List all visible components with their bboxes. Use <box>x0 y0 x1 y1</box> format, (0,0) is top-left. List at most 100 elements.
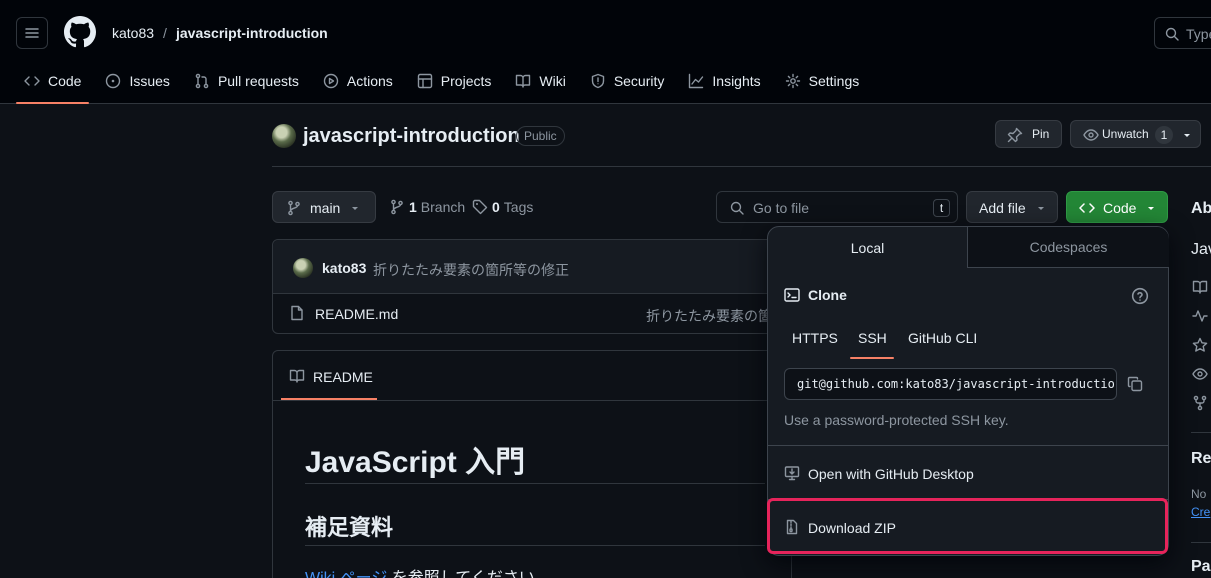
tab-wiki-label: Wiki <box>539 73 566 89</box>
paragraph-text: を参照してください。 <box>387 570 551 578</box>
tab-codespaces-label: Codespaces <box>1029 239 1108 255</box>
about-heading: Ab <box>1191 200 1211 217</box>
tab-pull-requests[interactable]: Pull requests <box>186 62 307 100</box>
ssh-hint: Use a password-protected SSH key. <box>784 412 1009 428</box>
releases-heading: Rel <box>1191 450 1211 467</box>
readme-h2: 補足資料 <box>305 515 394 540</box>
tab-settings-label: Settings <box>808 73 860 89</box>
global-search-input[interactable]: Type <box>1154 17 1211 49</box>
unwatch-button[interactable]: Unwatch 1 <box>1070 120 1201 148</box>
readme-divider <box>273 400 791 401</box>
github-logo-icon[interactable] <box>64 16 96 48</box>
add-file-button[interactable]: Add file <box>966 191 1058 223</box>
open-desktop-item[interactable]: Open with GitHub Desktop <box>768 446 1168 499</box>
repo-nav: Code Issues Pull requests Actions Projec… <box>16 62 875 104</box>
readme-tab[interactable]: README <box>281 351 377 400</box>
create-release-link[interactable]: Cre <box>1191 505 1210 519</box>
book-icon <box>289 369 305 383</box>
tab-code-label: Code <box>48 73 82 89</box>
tab-local-label: Local <box>850 239 885 256</box>
hamburger-icon <box>25 28 39 38</box>
global-search-placeholder: Type <box>1186 26 1211 42</box>
fork-icon <box>1193 395 1207 411</box>
tab-security[interactable]: Security <box>582 62 673 100</box>
clone-title: Clone <box>808 287 847 303</box>
commit-author-avatar[interactable] <box>293 258 313 278</box>
tag-icon <box>472 199 488 215</box>
title-divider <box>272 166 1211 167</box>
commit-author[interactable]: kato83 <box>322 260 366 276</box>
copy-icon[interactable] <box>1127 376 1143 392</box>
tab-issues[interactable]: Issues <box>97 62 177 100</box>
repo-title[interactable]: javascript-introduction <box>303 125 520 148</box>
menu-button[interactable] <box>16 17 48 49</box>
go-to-file-placeholder: Go to file <box>753 200 810 216</box>
table-icon <box>417 73 432 89</box>
readme-box: README JavaScript 入門 補足資料 Wiki ページ を参照して… <box>272 350 792 578</box>
branches-link[interactable]: 1 Branch <box>389 199 465 215</box>
download-zip-highlight <box>767 498 1168 554</box>
protocol-ssh[interactable]: SSH <box>858 330 887 346</box>
tab-code[interactable]: Code <box>16 62 90 104</box>
code-icon <box>1079 203 1095 213</box>
protocol-github-cli[interactable]: GitHub CLI <box>908 330 977 346</box>
tab-security-label: Security <box>613 73 665 89</box>
breadcrumb-separator: / <box>163 25 167 41</box>
h2-rule <box>305 545 765 546</box>
commit-message[interactable]: 折りたたみ要素の箇所等の修正 <box>373 260 569 280</box>
code-button-label: Code <box>1103 200 1137 216</box>
wiki-link[interactable]: Wiki ページ <box>305 570 387 578</box>
readme-h1: JavaScript 入門 <box>305 446 526 479</box>
book-icon <box>516 74 531 88</box>
chevron-down-icon <box>1038 207 1044 210</box>
code-icon <box>24 76 40 86</box>
readme-paragraph: Wiki ページ を参照してください。 <box>305 564 551 578</box>
tab-insights[interactable]: Insights <box>680 62 768 100</box>
tag-label: Tags <box>503 199 534 215</box>
pull-request-icon <box>195 73 209 89</box>
tab-pull-requests-label: Pull requests <box>217 73 299 89</box>
pin-button[interactable]: Pin <box>995 120 1062 148</box>
tab-actions[interactable]: Actions <box>315 62 401 100</box>
code-button[interactable]: Code <box>1066 191 1168 223</box>
watch-count: 1 <box>1155 126 1173 144</box>
sidebar-divider <box>1191 432 1211 433</box>
tab-local[interactable]: Local <box>768 227 968 268</box>
h1-rule <box>305 483 765 484</box>
help-icon[interactable] <box>1131 287 1149 305</box>
tab-actions-label: Actions <box>346 73 393 89</box>
protocol-active-indicator <box>850 357 894 359</box>
chevron-down-icon <box>1184 134 1190 137</box>
sidebar-divider-2 <box>1191 542 1211 543</box>
branch-select-button[interactable]: main <box>272 191 376 223</box>
file-icon <box>291 305 303 321</box>
file-name[interactable]: README.md <box>315 306 398 322</box>
branch-name: main <box>310 200 341 216</box>
chevron-down-icon <box>352 207 358 210</box>
eye-icon <box>1192 368 1208 380</box>
file-commit-message[interactable]: 折りたたみ要素の箇 <box>646 306 772 326</box>
star-icon <box>1192 337 1208 352</box>
tab-projects-label: Projects <box>440 73 492 89</box>
pin-icon <box>1007 127 1023 143</box>
readme-icon <box>1192 280 1208 294</box>
tab-codespaces[interactable]: Codespaces <box>968 227 1169 268</box>
tags-link[interactable]: 0 Tags <box>472 199 533 215</box>
tab-wiki[interactable]: Wiki <box>507 62 573 100</box>
clone-url-input[interactable]: git@github.com:kato83/javascript-introdu… <box>784 368 1117 400</box>
branch-icon <box>391 199 403 215</box>
breadcrumb-repo[interactable]: javascript-introduction <box>176 25 328 41</box>
owner-avatar[interactable] <box>272 124 296 148</box>
desktop-download-icon <box>784 466 800 481</box>
tab-projects[interactable]: Projects <box>409 62 500 100</box>
protocol-https[interactable]: HTTPS <box>792 330 838 346</box>
readme-tab-label: README <box>313 369 373 385</box>
go-to-file-input[interactable]: Go to file t <box>716 191 958 223</box>
breadcrumb-owner[interactable]: kato83 <box>112 25 154 41</box>
tab-settings[interactable]: Settings <box>777 62 868 100</box>
global-header: kato83 / javascript-introduction Type Co… <box>0 0 1211 104</box>
branch-label: Branch <box>420 199 466 215</box>
about-description: Jav <box>1191 241 1211 258</box>
pin-label: Pin <box>1032 127 1050 141</box>
terminal-icon <box>784 288 800 302</box>
